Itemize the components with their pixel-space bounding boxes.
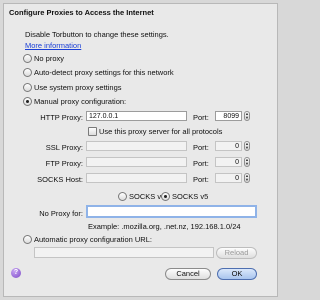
ssl-port-stepper[interactable]: ▲ ▼ — [244, 141, 250, 151]
ssl-port-label: Port: — [193, 143, 209, 152]
ok-button[interactable]: OK — [217, 268, 257, 280]
http-port-label: Port: — [193, 113, 209, 122]
auto-detect-radio[interactable] — [23, 68, 32, 77]
ssl-port-input[interactable]: 0 — [215, 141, 242, 151]
ftp-proxy-input[interactable] — [86, 157, 187, 167]
ssl-proxy-input[interactable] — [86, 141, 187, 151]
ssl-proxy-label: SSL Proxy: — [45, 143, 83, 152]
socks-port-stepper[interactable]: ▲ ▼ — [244, 173, 250, 183]
no-proxy-radio[interactable] — [23, 54, 32, 63]
system-proxy-label: Use system proxy settings — [34, 83, 122, 92]
no-proxy-label: No proxy — [34, 54, 65, 63]
auto-config-url-input[interactable] — [34, 247, 214, 258]
http-proxy-input[interactable]: 127.0.0.1 — [86, 111, 187, 121]
socks-host-label: SOCKS Host: — [37, 175, 83, 184]
socks-v5-radio[interactable] — [161, 192, 170, 201]
http-port-input[interactable]: 8099 — [215, 111, 242, 121]
socks-port-input[interactable]: 0 — [215, 173, 242, 183]
ftp-port-input[interactable]: 0 — [215, 157, 242, 167]
socks-host-input[interactable] — [86, 173, 187, 183]
torbutton-notice: Disable Torbutton to change these settin… — [25, 30, 169, 39]
auto-config-url-radio[interactable] — [23, 235, 32, 244]
use-proxy-for-all-checkbox[interactable] — [88, 127, 97, 136]
reload-button[interactable]: Reload — [216, 247, 257, 259]
more-information-link[interactable]: More information — [25, 41, 81, 50]
ftp-proxy-label: FTP Proxy: — [45, 159, 83, 168]
help-button[interactable]: ? — [11, 268, 21, 278]
cancel-button[interactable]: Cancel — [165, 268, 211, 280]
socks-v4-radio[interactable] — [118, 192, 127, 201]
manual-proxy-label: Manual proxy configuration: — [34, 97, 127, 106]
ftp-port-stepper[interactable]: ▲ ▼ — [244, 157, 250, 167]
http-proxy-label: HTTP Proxy: — [40, 113, 83, 122]
auto-detect-label: Auto-detect proxy settings for this netw… — [34, 68, 174, 77]
socks-v4-label: SOCKS v4 — [129, 192, 166, 201]
http-port-stepper[interactable]: ▲ ▼ — [244, 111, 250, 121]
auto-config-url-label: Automatic proxy configuration URL: — [34, 235, 152, 244]
socks-port-label: Port: — [193, 175, 209, 184]
dialog-title: Configure Proxies to Access the Internet — [9, 8, 154, 17]
no-proxy-for-input[interactable] — [86, 205, 257, 218]
socks-v5-label: SOCKS v5 — [172, 192, 209, 201]
no-proxy-example: Example: .mozilla.org, .net.nz, 192.168.… — [88, 222, 241, 231]
use-proxy-for-all-label: Use this proxy server for all protocols — [99, 127, 223, 136]
system-proxy-radio[interactable] — [23, 83, 32, 92]
ftp-port-label: Port: — [193, 159, 209, 168]
manual-proxy-radio[interactable] — [23, 97, 32, 106]
no-proxy-for-label: No Proxy for: — [39, 209, 83, 218]
